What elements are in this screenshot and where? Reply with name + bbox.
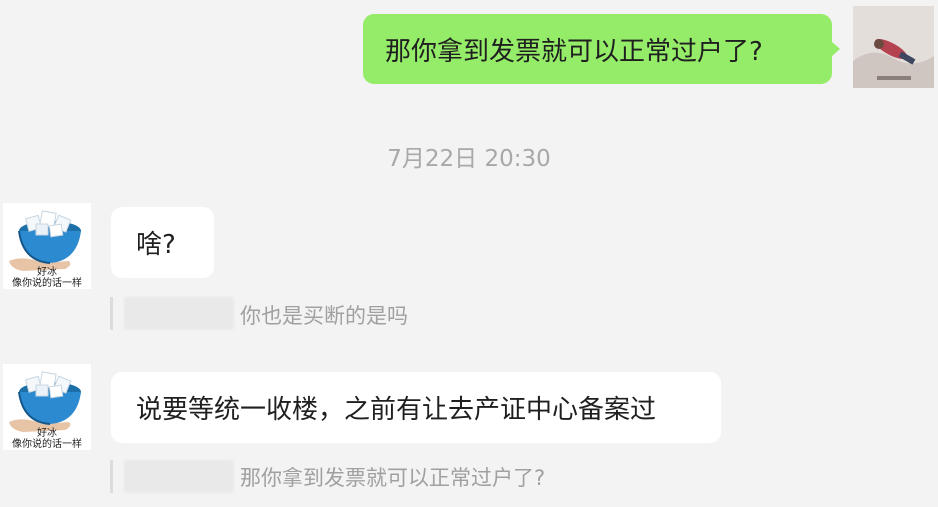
contact-avatar[interactable]: 好冰 像你说的话一样 <box>3 203 91 289</box>
quote-bar <box>110 297 113 330</box>
contact-avatar[interactable]: 好冰 像你说的话一样 <box>3 364 91 450</box>
message-text: 说要等统一收楼，之前有让去产证中心备案过 <box>136 395 657 425</box>
quote-text: 那你拿到发票就可以正常过户了? <box>240 466 546 490</box>
photo-avatar-icon <box>853 6 934 88</box>
quote-sender-redacted <box>124 460 234 493</box>
time-divider: 7月22日 20:30 <box>387 146 551 172</box>
quote-text: 你也是买断的是吗 <box>240 304 408 328</box>
avatar-caption-line-2: 像你说的话一样 <box>12 278 82 289</box>
incoming-message-bubble[interactable]: 啥? <box>111 207 214 278</box>
message-text: 那你拿到发票就可以正常过户了? <box>385 36 763 67</box>
incoming-message-bubble[interactable]: 说要等统一收楼，之前有让去产证中心备案过 <box>111 372 721 443</box>
avatar-caption-line-2: 像你说的话一样 <box>12 439 82 450</box>
quote-bar <box>110 460 113 493</box>
my-avatar[interactable] <box>853 6 934 88</box>
avatar-caption-line-1: 好冰 <box>37 267 57 278</box>
quote-sender-redacted <box>124 297 234 330</box>
message-text: 啥? <box>136 230 176 260</box>
avatar-caption-line-1: 好冰 <box>37 428 57 439</box>
outgoing-message-bubble[interactable]: 那你拿到发票就可以正常过户了? <box>363 14 840 84</box>
